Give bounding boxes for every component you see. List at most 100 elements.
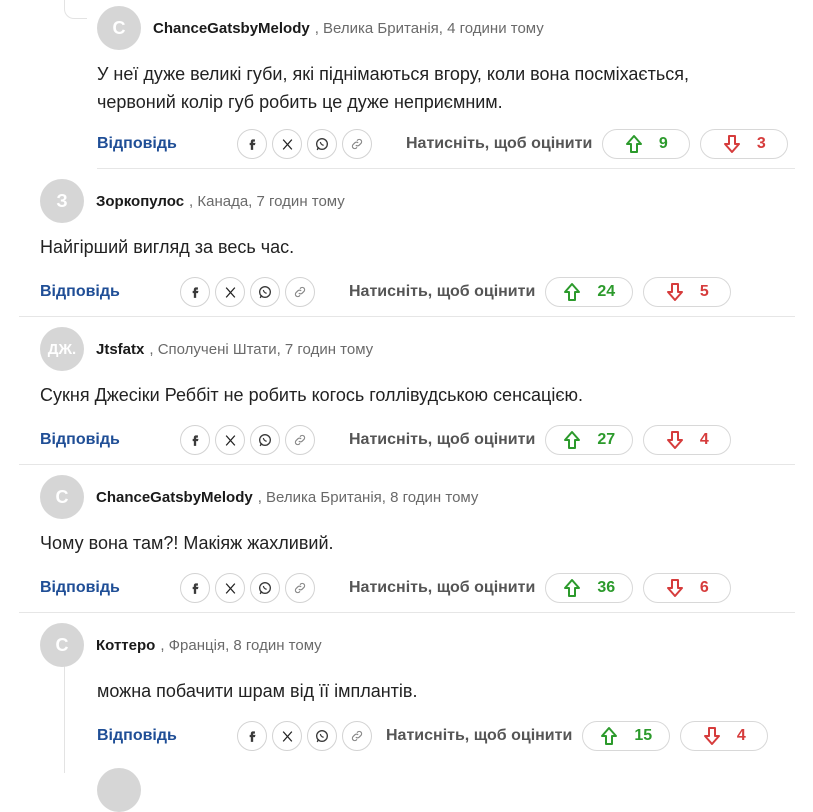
downvote-button[interactable]: 4 xyxy=(643,425,732,455)
upvote-button[interactable]: 27 xyxy=(545,425,634,455)
comment-header: С Коттеро , Франція, 8 годин тому xyxy=(40,623,322,667)
arrow-up-icon xyxy=(564,579,581,597)
arrow-up-icon xyxy=(564,431,581,449)
comment-actions: Відповідь Натисніть, щоб оцінити 9 3 xyxy=(97,128,789,160)
rate-label: Натисніть, щоб оцінити xyxy=(349,579,536,596)
whatsapp-icon[interactable] xyxy=(307,721,337,751)
facebook-icon[interactable] xyxy=(237,721,267,751)
downvote-count: 4 xyxy=(736,727,746,744)
share-buttons xyxy=(180,277,315,307)
share-buttons xyxy=(237,721,372,751)
rate-label: Натисніть, щоб оцінити xyxy=(349,283,536,300)
comment-text-line: Чому вона там?! Макіяж жахливий. xyxy=(40,533,334,553)
arrow-up-icon xyxy=(564,283,581,301)
divider xyxy=(19,612,795,613)
comment-actions: Відповідь Натисніть, щоб оцінити 27 4 xyxy=(40,424,732,456)
downvote-button[interactable]: 3 xyxy=(700,129,789,159)
link-icon[interactable] xyxy=(285,573,315,603)
comment-header: З Зоркопулос , Канада, 7 годин тому xyxy=(40,179,345,223)
link-icon[interactable] xyxy=(285,425,315,455)
avatar: З xyxy=(40,179,84,223)
comment-meta: , Франція, 8 годин тому xyxy=(160,636,322,654)
link-icon[interactable] xyxy=(342,129,372,159)
rate-label: Натисніть, щоб оцінити xyxy=(406,135,593,152)
downvote-count: 3 xyxy=(756,135,766,152)
downvote-button[interactable]: 6 xyxy=(643,573,732,603)
divider xyxy=(19,316,795,317)
reply-link[interactable]: Відповідь xyxy=(97,727,237,745)
comment-text: Найгірший вигляд за весь час. xyxy=(40,233,294,261)
avatar xyxy=(97,768,141,812)
comment-text-line: Сукня Джесіки Реббіт не робить когось го… xyxy=(40,385,584,405)
arrow-down-icon xyxy=(703,727,720,745)
x-icon[interactable] xyxy=(215,425,245,455)
thread-line xyxy=(64,666,65,773)
whatsapp-icon[interactable] xyxy=(250,425,280,455)
share-buttons xyxy=(180,425,315,455)
rate-label: Натисніть, щоб оцінити xyxy=(349,431,536,448)
comment-actions: Відповідь Натисніть, щоб оцінити 36 6 xyxy=(40,572,732,604)
thread-connector xyxy=(64,0,87,19)
upvote-button[interactable]: 15 xyxy=(582,721,671,751)
comment-text: Сукня Джесіки Реббіт не робить когось го… xyxy=(40,381,583,409)
comment-actions: Відповідь Натисніть, щоб оцінити 15 4 xyxy=(97,720,769,752)
reply-link[interactable]: Відповідь xyxy=(97,135,237,153)
avatar: С xyxy=(97,6,141,50)
reply-link[interactable]: Відповідь xyxy=(40,431,180,449)
x-icon[interactable] xyxy=(215,277,245,307)
comment-text-line: червоний колір губ робить це дуже неприє… xyxy=(97,92,503,112)
facebook-icon[interactable] xyxy=(180,573,210,603)
arrow-up-icon xyxy=(625,135,642,153)
whatsapp-icon[interactable] xyxy=(250,573,280,603)
link-icon[interactable] xyxy=(285,277,315,307)
comment-meta: , Велика Британія, 8 годин тому xyxy=(257,488,479,506)
reply-link[interactable]: Відповідь xyxy=(40,283,180,301)
username[interactable]: Jtsfatx xyxy=(96,341,144,358)
avatar: С xyxy=(40,475,84,519)
facebook-icon[interactable] xyxy=(237,129,267,159)
comment-header: ДЖ. Jtsfatx , Сполучені Штати, 7 годин т… xyxy=(40,327,373,371)
upvote-count: 9 xyxy=(658,135,668,152)
facebook-icon[interactable] xyxy=(180,277,210,307)
comment-meta: , Канада, 7 годин тому xyxy=(189,192,345,210)
divider xyxy=(97,168,795,169)
upvote-count: 15 xyxy=(634,727,653,744)
whatsapp-icon[interactable] xyxy=(250,277,280,307)
x-icon[interactable] xyxy=(215,573,245,603)
comment-text: можна побачити шрам від її імплантів. xyxy=(97,677,417,705)
x-icon[interactable] xyxy=(272,721,302,751)
link-icon[interactable] xyxy=(342,721,372,751)
username[interactable]: ChanceGatsbyMelody xyxy=(96,489,253,506)
username[interactable]: ChanceGatsbyMelody xyxy=(153,20,310,37)
downvote-count: 4 xyxy=(699,431,709,448)
arrow-down-icon xyxy=(723,135,740,153)
comment-actions: Відповідь Натисніть, щоб оцінити 24 5 xyxy=(40,276,732,308)
comment-meta: , Сполучені Штати, 7 годин тому xyxy=(149,340,374,358)
facebook-icon[interactable] xyxy=(180,425,210,455)
share-buttons xyxy=(180,573,315,603)
arrow-up-icon xyxy=(601,727,618,745)
upvote-count: 24 xyxy=(597,283,616,300)
upvote-button[interactable]: 24 xyxy=(545,277,634,307)
whatsapp-icon[interactable] xyxy=(307,129,337,159)
comment-text: Чому вона там?! Макіяж жахливий. xyxy=(40,529,334,557)
comment-text-line: Найгірший вигляд за весь час. xyxy=(40,237,295,257)
divider xyxy=(19,464,795,465)
upvote-button[interactable]: 36 xyxy=(545,573,634,603)
username[interactable]: Коттеро xyxy=(96,637,155,654)
share-buttons xyxy=(237,129,372,159)
upvote-button[interactable]: 9 xyxy=(602,129,691,159)
comment-header: С ChanceGatsbyMelody , Велика Британія, … xyxy=(97,6,544,50)
comment-header: С ChanceGatsbyMelody , Велика Британія, … xyxy=(40,475,478,519)
upvote-count: 27 xyxy=(597,431,616,448)
downvote-button[interactable]: 4 xyxy=(680,721,769,751)
comment-text-line: можна побачити шрам від її імплантів. xyxy=(97,681,418,701)
x-icon[interactable] xyxy=(272,129,302,159)
downvote-count: 6 xyxy=(699,579,709,596)
arrow-down-icon xyxy=(666,283,683,301)
arrow-down-icon xyxy=(666,579,683,597)
reply-link[interactable]: Відповідь xyxy=(40,579,180,597)
username[interactable]: Зоркопулос xyxy=(96,193,184,210)
comment-text-line: У неї дуже великі губи, які піднімаються… xyxy=(97,64,689,84)
downvote-button[interactable]: 5 xyxy=(643,277,732,307)
